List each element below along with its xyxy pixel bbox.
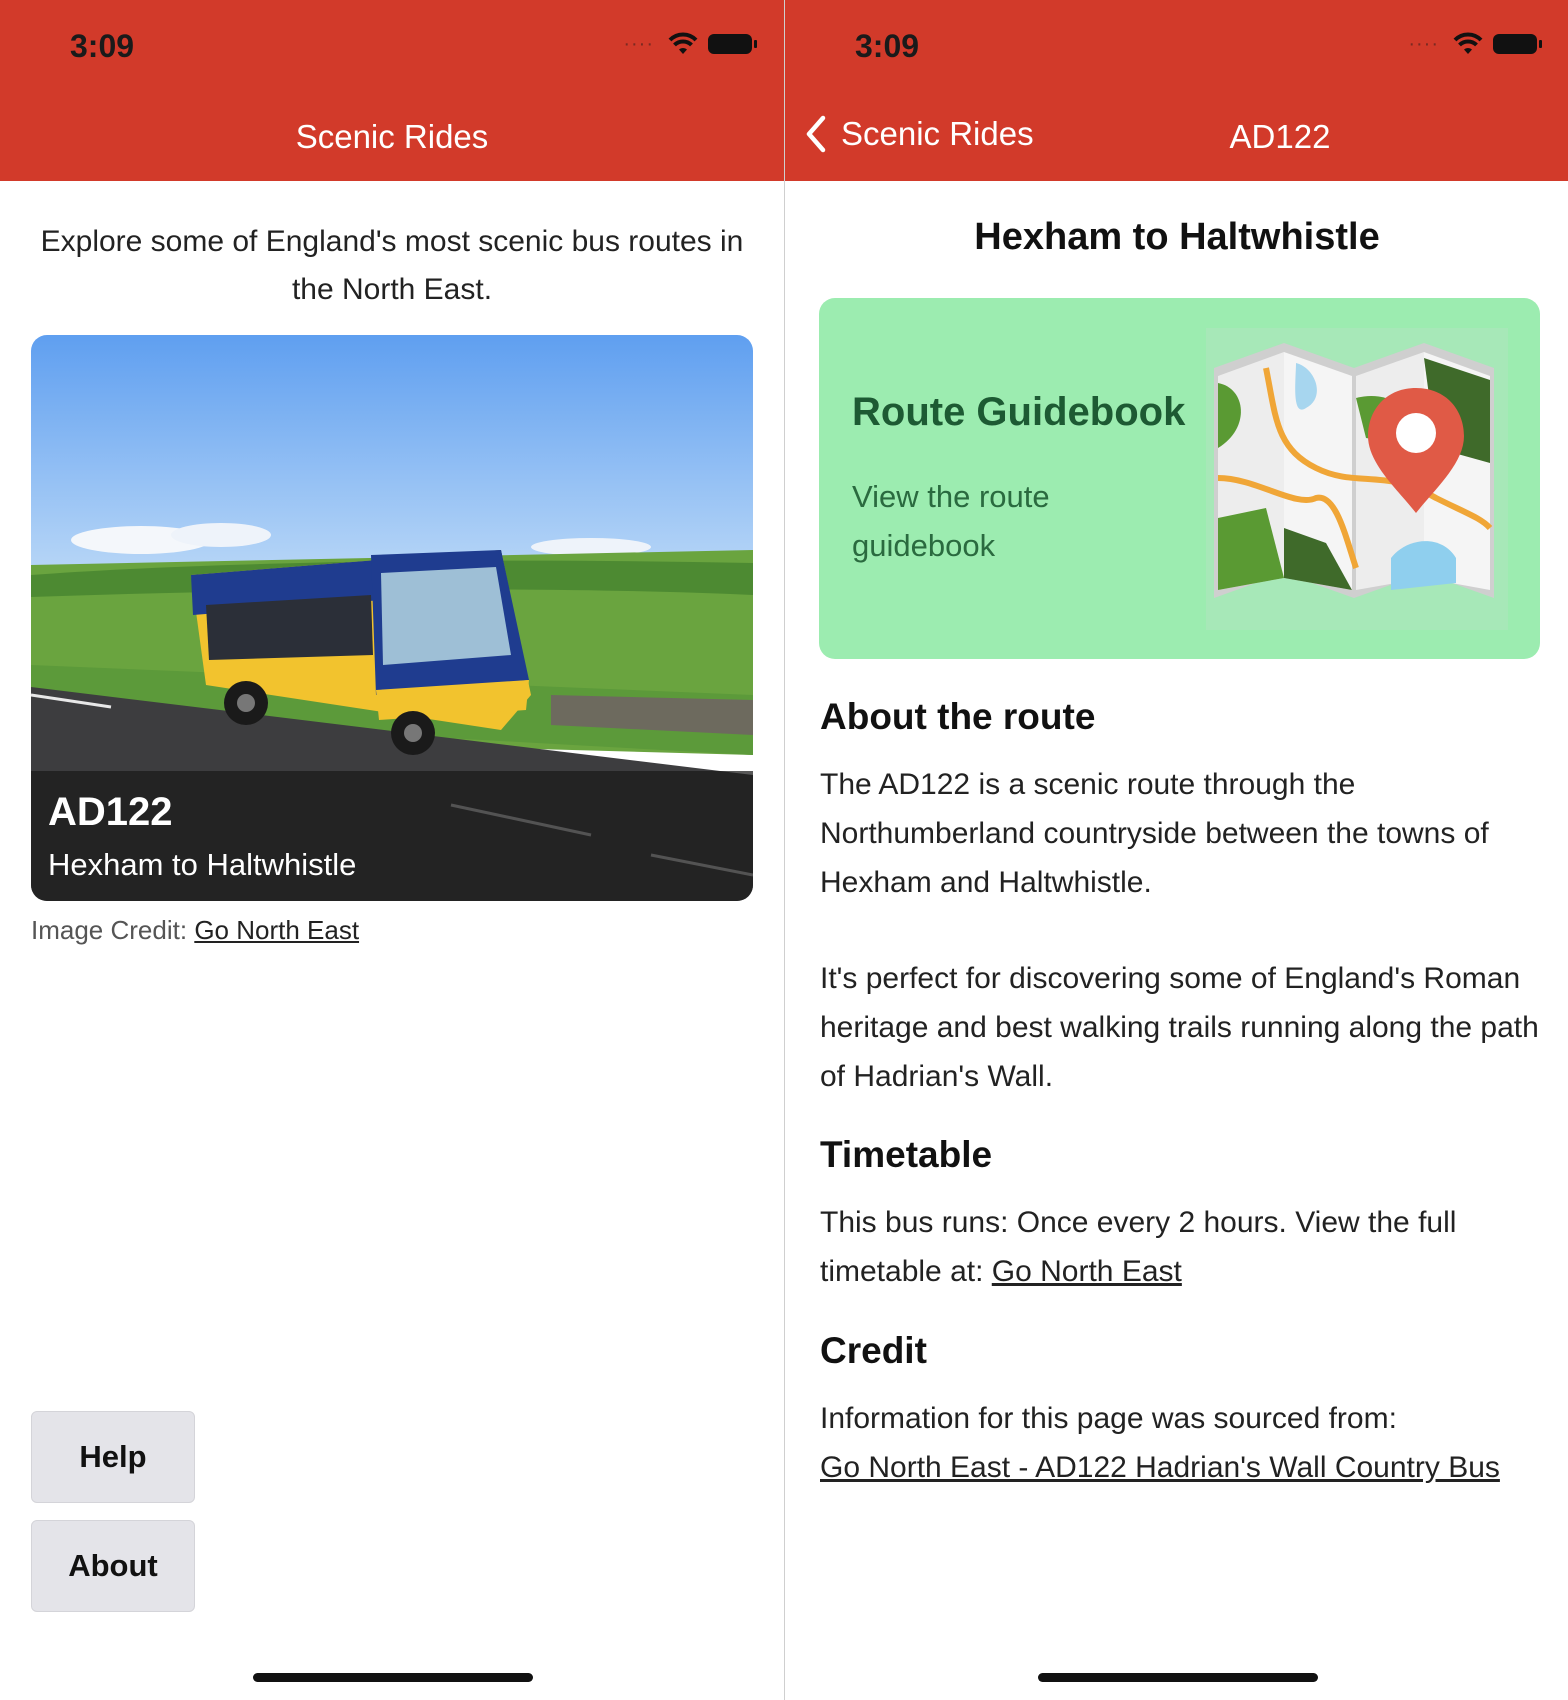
cellular-icon: ···· (1408, 32, 1439, 55)
status-icons: ···· (1408, 32, 1542, 56)
about-paragraph-2: It's perfect for discovering some of Eng… (820, 962, 1539, 1093)
image-credit-link[interactable]: Go North East (194, 915, 359, 945)
status-time: 3:09 (70, 28, 135, 64)
nav-bar: 3:09 ···· Scenic Rides AD122 (785, 0, 1568, 181)
back-label: Scenic Rides (841, 115, 1034, 152)
help-button[interactable]: Help (31, 1411, 195, 1503)
about-heading: About the route (820, 696, 1096, 737)
guidebook-subtitle: View the route guidebook (852, 479, 1050, 563)
guidebook-card[interactable]: Route Guidebook View the route guidebook (819, 298, 1540, 659)
map-icon (1206, 328, 1508, 630)
route-detail-screen: 3:09 ···· Scenic Rides AD122 Hexham to H… (785, 0, 1568, 1700)
wifi-icon (1453, 32, 1483, 54)
status-icons: ···· (623, 32, 757, 56)
route-title: Hexham to Haltwhistle (974, 216, 1380, 258)
image-credit-label: Image Credit: (31, 915, 188, 945)
battery-icon (1493, 34, 1542, 54)
route-card-ad122[interactable]: AD122 Hexham to Haltwhistle (31, 335, 753, 901)
about-button[interactable]: About (31, 1520, 195, 1612)
intro-text: Explore some of England's most scenic bu… (40, 225, 744, 306)
credit-source-link[interactable]: Go North East - AD122 Hadrian's Wall Cou… (820, 1451, 1500, 1484)
back-button[interactable]: Scenic Rides (805, 114, 1034, 154)
home-indicator (253, 1673, 533, 1682)
home-indicator (1038, 1673, 1318, 1682)
credit-description: Information for this page was sourced fr… (820, 1402, 1397, 1435)
nav-title: Scenic Rides (295, 118, 489, 155)
image-credit: Image Credit: Go North East (31, 915, 359, 946)
nav-title: AD122 (1229, 118, 1331, 155)
status-time: 3:09 (855, 28, 920, 64)
guidebook-title: Route Guidebook (852, 390, 1186, 434)
timetable-link[interactable]: Go North East (992, 1255, 1182, 1288)
timetable-heading: Timetable (820, 1134, 993, 1175)
wifi-icon (668, 32, 698, 54)
cellular-icon: ···· (623, 32, 654, 55)
credit-text: Information for this page was sourced fr… (820, 1394, 1540, 1492)
chevron-left-icon (806, 115, 826, 153)
about-paragraph-1: The AD122 is a scenic route through the … (820, 768, 1489, 899)
credit-heading: Credit (820, 1330, 927, 1371)
home-screen: 3:09 ···· Scenic Rides Explore some of E… (0, 0, 784, 1700)
nav-bar: 3:09 ···· Scenic Rides (0, 0, 784, 181)
timetable-text: This bus runs: Once every 2 hours. View … (820, 1198, 1540, 1296)
battery-icon (708, 34, 757, 54)
route-code: AD122 (48, 790, 173, 834)
route-name: Hexham to Haltwhistle (48, 847, 357, 882)
